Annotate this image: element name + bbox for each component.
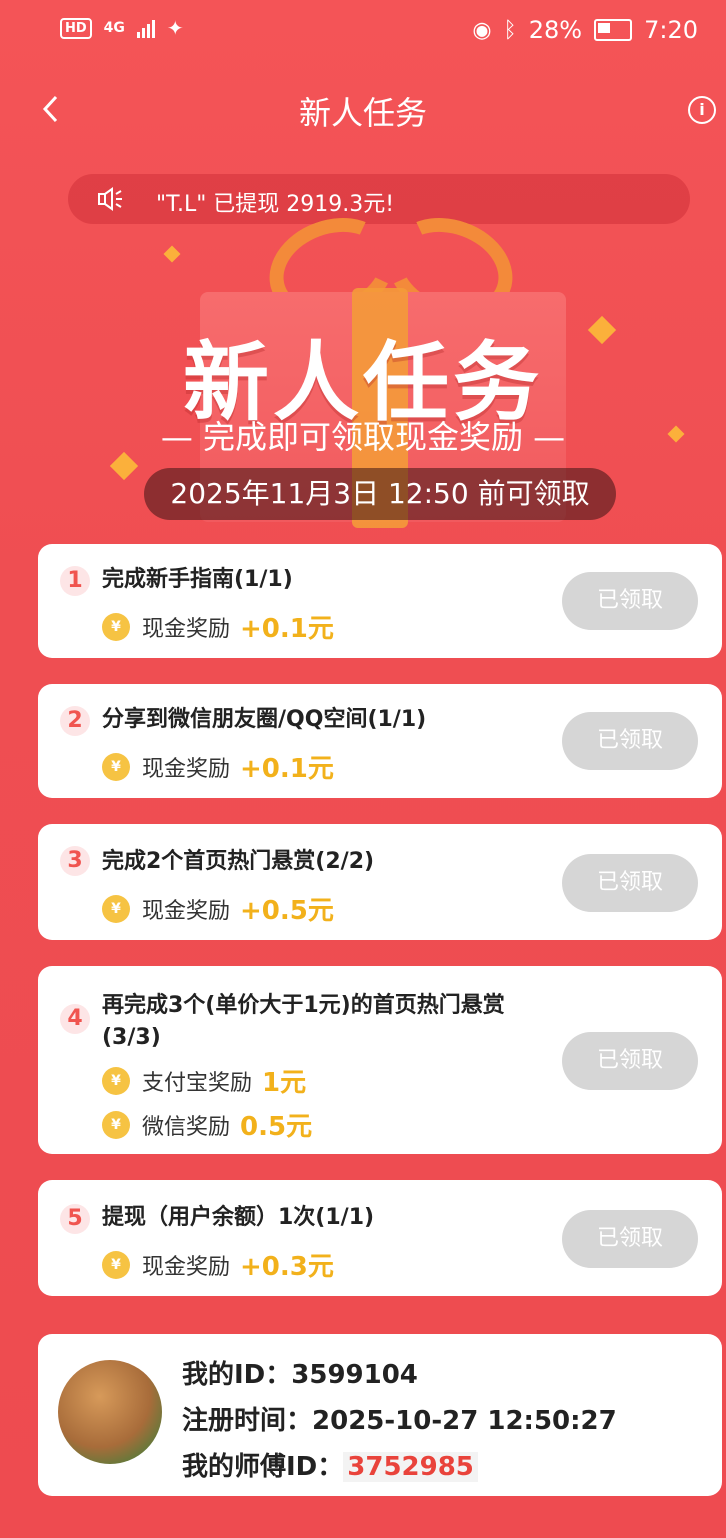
task-title: 提现（用户余额）1次(1/1) (102, 1205, 375, 1230)
coin-icon: ¥ (102, 894, 130, 923)
ticker-text: "T.L" 已提现 2919.3元! (156, 192, 395, 217)
master-id-row: 我的师傅ID： 3752985 (182, 1446, 478, 1483)
reward-value: 1元 (262, 1068, 307, 1098)
coin-icon: ¥ (102, 612, 130, 641)
network-label: 4G (103, 20, 125, 36)
avatar (58, 1360, 162, 1464)
register-time-label: 注册时间： (182, 1406, 313, 1436)
task-title: 分享到微信朋友圈/QQ空间(1/1) (102, 707, 427, 732)
battery-percent: 28% (528, 16, 583, 44)
task-card: 1 完成新手指南(1/1) ¥ 现金奖励 +0.1元 已领取 (38, 544, 722, 658)
coin-icon: ¥ (102, 1250, 130, 1279)
eye-icon: ◉ (472, 17, 492, 43)
status-bar: HD 4G ✦ ◉ ᛒ 28% 7:20 (0, 0, 726, 60)
task-number: 2 (60, 706, 90, 736)
reward-value: +0.1元 (240, 754, 334, 784)
reward-row: ¥ 现金奖励 +0.1元 (102, 748, 334, 785)
battery-icon (594, 19, 633, 41)
claimed-button[interactable]: 已领取 (562, 572, 698, 630)
reward-row: ¥ 现金奖励 +0.5元 (102, 890, 334, 927)
clock: 7:20 (644, 16, 698, 44)
coin-icon: ¥ (102, 752, 130, 781)
reward-value: +0.3元 (240, 1252, 334, 1282)
reward-label: 现金奖励 (142, 616, 231, 642)
speaker-icon (98, 187, 122, 211)
claimed-button[interactable]: 已领取 (562, 854, 698, 912)
reward-label: 微信奖励 (142, 1114, 231, 1140)
reward-label: 现金奖励 (142, 898, 231, 924)
register-time-row: 注册时间：2025-10-27 12:50:27 (182, 1400, 617, 1437)
claimed-button[interactable]: 已领取 (562, 1210, 698, 1268)
task-card: 2 分享到微信朋友圈/QQ空间(1/1) ¥ 现金奖励 +0.1元 已领取 (38, 684, 722, 798)
task-number: 4 (60, 1004, 90, 1034)
coin-icon: ¥ (102, 1066, 130, 1095)
task-number: 1 (60, 566, 90, 596)
task-card: 4 再完成3个(单价大于1元)的首页热门悬赏(3/3) ¥ 支付宝奖励 1元 ¥… (38, 966, 722, 1154)
hd-badge: HD (60, 17, 92, 39)
task-number: 5 (60, 1204, 90, 1234)
decor-diamond (163, 245, 181, 263)
task-title: 完成新手指南(1/1) (102, 567, 293, 592)
task-number: 3 (60, 846, 90, 876)
hero-subtitle: — 完成即可领取现金奖励 — (160, 418, 566, 456)
master-id-value: 3752985 (343, 1452, 478, 1482)
user-id-value: 3599104 (291, 1360, 418, 1390)
reward-value: +0.5元 (240, 896, 334, 926)
reward-value: 0.5元 (240, 1112, 313, 1142)
bluetooth-icon: ᛒ (503, 17, 517, 43)
reward-row: ¥ 支付宝奖励 1元 (102, 1062, 306, 1099)
reward-label: 支付宝奖励 (142, 1070, 253, 1096)
reward-row: ¥ 微信奖励 0.5元 (102, 1106, 312, 1143)
claimed-button[interactable]: 已领取 (562, 712, 698, 770)
deadline-badge: 2025年11月3日 12:50 前可领取 (144, 468, 616, 520)
coin-icon: ¥ (102, 1110, 130, 1139)
app-notification-icon: ✦ (166, 16, 184, 40)
claimed-button[interactable]: 已领取 (562, 1032, 698, 1090)
register-time-value: 2025-10-27 12:50:27 (312, 1406, 617, 1436)
user-id-row: 我的ID：3599104 (182, 1354, 418, 1391)
app-screen: HD 4G ✦ ◉ ᛒ 28% 7:20 新人任务 i "T.L" 已提现 29… (0, 0, 726, 1538)
user-id-label: 我的ID： (182, 1360, 292, 1390)
nav-bar: 新人任务 i (0, 80, 726, 144)
reward-label: 现金奖励 (142, 756, 231, 782)
reward-row: ¥ 现金奖励 +0.1元 (102, 608, 334, 645)
signal-icon (136, 18, 155, 38)
reward-row: ¥ 现金奖励 +0.3元 (102, 1246, 334, 1283)
page-title: 新人任务 (298, 94, 427, 132)
task-title: 完成2个首页热门悬赏(2/2) (102, 849, 375, 874)
task-card: 3 完成2个首页热门悬赏(2/2) ¥ 现金奖励 +0.5元 已领取 (38, 824, 722, 940)
task-title: 再完成3个(单价大于1元)的首页热门悬赏(3/3) (102, 993, 505, 1050)
withdraw-ticker: "T.L" 已提现 2919.3元! (68, 174, 690, 224)
master-id-label: 我的师傅ID： (182, 1452, 344, 1482)
task-card: 5 提现（用户余额）1次(1/1) ¥ 现金奖励 +0.3元 已领取 (38, 1180, 722, 1296)
info-icon[interactable]: i (688, 96, 716, 124)
profile-card: 我的ID：3599104 注册时间：2025-10-27 12:50:27 我的… (38, 1334, 722, 1496)
reward-value: +0.1元 (240, 614, 334, 644)
reward-label: 现金奖励 (142, 1254, 231, 1280)
